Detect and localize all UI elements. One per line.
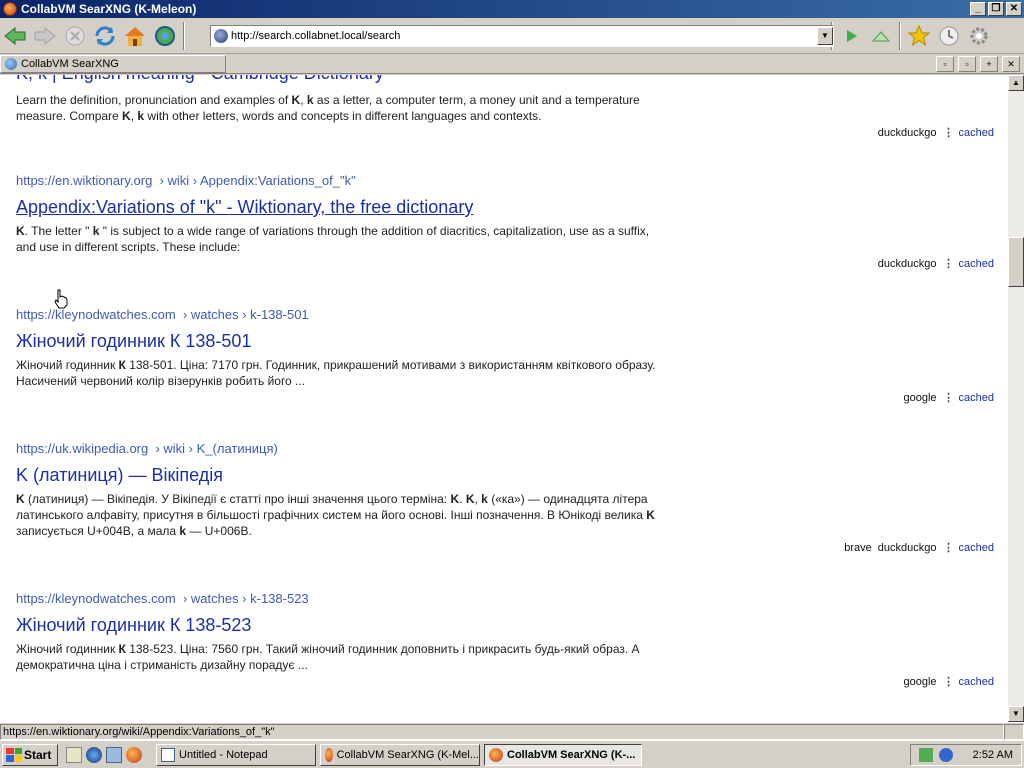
partial-result-title[interactable]: K, k | English meaning - Cambridge Dicti… — [16, 75, 384, 84]
result-meta: duckduckgo ⋮ cached — [16, 257, 996, 273]
close-tab-icon[interactable]: ✕ — [1002, 56, 1020, 72]
cached-link[interactable]: cached — [959, 258, 994, 270]
globe-icon[interactable] — [150, 21, 180, 51]
result-title-link[interactable]: Жіночий годинник К 138-501 — [16, 331, 996, 357]
engine-label: google — [903, 676, 937, 688]
volume-icon[interactable] — [938, 748, 953, 762]
quick-launch — [66, 746, 142, 763]
windows-logo-icon — [6, 747, 22, 762]
tab-prev-icon[interactable]: ▫ — [936, 56, 954, 72]
notepad-icon — [161, 747, 175, 762]
cached-link[interactable]: cached — [959, 392, 994, 404]
k-meleon-launch-icon[interactable] — [126, 746, 142, 763]
home-icon[interactable] — [120, 21, 150, 51]
scroll-thumb[interactable] — [1008, 237, 1024, 287]
search-result: https://en.wiktionary.org › wiki › Appen… — [16, 173, 996, 273]
more-options-icon[interactable]: ⋮ — [943, 257, 955, 270]
result-meta: google ⋮ cached — [16, 391, 996, 407]
up-arrow-icon[interactable] — [866, 21, 896, 51]
result-url[interactable]: https://uk.wikipedia.org › wiki › K_(лат… — [16, 441, 996, 459]
status-text: https://en.wiktionary.org/wiki/Appendix:… — [0, 723, 1004, 740]
result-title-link[interactable]: Жіночий годинник К 138-523 — [16, 615, 996, 641]
result-meta: google ⋮ cached — [16, 675, 996, 691]
url-dropdown-button[interactable]: ▼ — [817, 27, 833, 45]
internet-explorer-icon[interactable] — [86, 746, 102, 763]
start-button[interactable]: Start — [2, 743, 58, 766]
reload-icon[interactable] — [90, 21, 120, 51]
result-meta: duckduckgo ⋮ cached — [16, 126, 996, 142]
status-bar: https://en.wiktionary.org/wiki/Appendix:… — [0, 722, 1024, 740]
engine-label: duckduckgo — [877, 258, 937, 270]
result-meta: brave duckduckgo ⋮ cached — [16, 541, 996, 557]
search-result: https://kleynodwatches.com › watches › k… — [16, 591, 996, 691]
engine-label: brave — [844, 542, 872, 554]
minimize-button[interactable]: _ — [970, 2, 986, 16]
task-searxng-2[interactable]: CollabVM SearXNG (K-... — [484, 743, 642, 766]
tab-bar: CollabVM SearXNG ▫ ▫ + ✕ — [0, 55, 1024, 74]
tab-collabvm-searxng[interactable]: CollabVM SearXNG — [0, 55, 226, 73]
more-options-icon[interactable]: ⋮ — [943, 541, 955, 554]
network-icon[interactable] — [918, 748, 933, 762]
hand-cursor-icon — [54, 289, 68, 309]
tab-next-icon[interactable]: ▫ — [958, 56, 976, 72]
clock: 2:52 AM — [972, 749, 1013, 761]
tab-label: CollabVM SearXNG — [21, 58, 119, 70]
forward-arrow-icon[interactable] — [30, 21, 60, 51]
bookmarks-star-icon[interactable] — [904, 21, 934, 51]
engine-label: duckduckgo — [877, 542, 937, 554]
k-meleon-task-icon — [489, 747, 503, 762]
vertical-scrollbar[interactable]: ▲ ▼ — [1008, 75, 1024, 722]
result-snippet: Жіночий годинник К 138-523. Ціна: 7560 г… — [16, 642, 640, 672]
taskbar: Start Untitled - Notepad CollabVM SearXN… — [0, 740, 1024, 768]
more-options-icon[interactable]: ⋮ — [943, 126, 955, 139]
result-snippet: Жіночий годинник К 138-501. Ціна: 7170 г… — [16, 358, 656, 388]
tab-favicon-icon — [5, 58, 17, 70]
window-title-bar: CollabVM SearXNG (K-Meleon) _ ❐ ✕ — [0, 0, 1024, 18]
task-notepad[interactable]: Untitled - Notepad — [156, 743, 316, 766]
settings-gear-icon[interactable] — [964, 21, 994, 51]
url-input[interactable] — [231, 27, 817, 45]
more-options-icon[interactable]: ⋮ — [943, 675, 955, 688]
back-arrow-icon[interactable] — [0, 21, 30, 51]
engine-label: google — [903, 392, 937, 404]
cached-link[interactable]: cached — [959, 127, 994, 139]
status-progress — [1004, 723, 1024, 740]
search-result: Learn the definition, pronunciation and … — [16, 92, 996, 142]
history-clock-icon[interactable] — [934, 21, 964, 51]
outlook-express-icon[interactable] — [106, 746, 122, 763]
cached-link[interactable]: cached — [959, 542, 994, 554]
address-bar[interactable]: ▼ — [210, 25, 834, 47]
more-options-icon[interactable]: ⋮ — [943, 391, 955, 404]
page-content: K, k | English meaning - Cambridge Dicti… — [0, 75, 1008, 722]
result-url[interactable]: https://en.wiktionary.org › wiki › Appen… — [16, 173, 996, 191]
cached-link[interactable]: cached — [959, 676, 994, 688]
search-result: https://uk.wikipedia.org › wiki › K_(лат… — [16, 441, 996, 557]
go-icon[interactable] — [836, 21, 866, 51]
close-button[interactable]: ✕ — [1006, 2, 1022, 16]
result-url[interactable]: https://kleynodwatches.com › watches › k… — [16, 591, 996, 609]
scroll-up-icon[interactable]: ▲ — [1008, 75, 1024, 91]
stop-icon[interactable] — [60, 21, 90, 51]
k-meleon-task-icon — [325, 747, 333, 762]
show-desktop-icon[interactable] — [66, 746, 82, 763]
result-title-link[interactable]: K (латиниця) — Вікіпедія — [16, 465, 996, 491]
scroll-down-icon[interactable]: ▼ — [1008, 706, 1024, 722]
search-result: https://kleynodwatches.com › watches › k… — [16, 307, 996, 407]
new-tab-icon[interactable]: + — [980, 56, 998, 72]
system-tray: 2:52 AM — [910, 744, 1022, 766]
window-title: CollabVM SearXNG (K-Meleon) — [21, 2, 197, 16]
result-url[interactable]: https://kleynodwatches.com › watches › k… — [16, 307, 996, 325]
result-title-link[interactable]: Appendix:Variations of "k" - Wiktionary,… — [16, 197, 996, 223]
task-searxng-1[interactable]: CollabVM SearXNG (K-Mel... — [320, 743, 480, 766]
result-snippet: K (латиниця) — Вікіпедія. У Вікіпедії є … — [16, 492, 655, 538]
result-snippet: K. The letter " k " is subject to a wide… — [16, 224, 650, 254]
restore-button[interactable]: ❐ — [988, 2, 1004, 16]
k-meleon-icon — [3, 2, 17, 16]
result-snippet: Learn the definition, pronunciation and … — [16, 93, 640, 123]
page-globe-icon — [214, 29, 228, 43]
toolbar-separator — [899, 21, 901, 50]
engine-label: duckduckgo — [877, 127, 937, 139]
toolbar-separator — [183, 21, 185, 50]
